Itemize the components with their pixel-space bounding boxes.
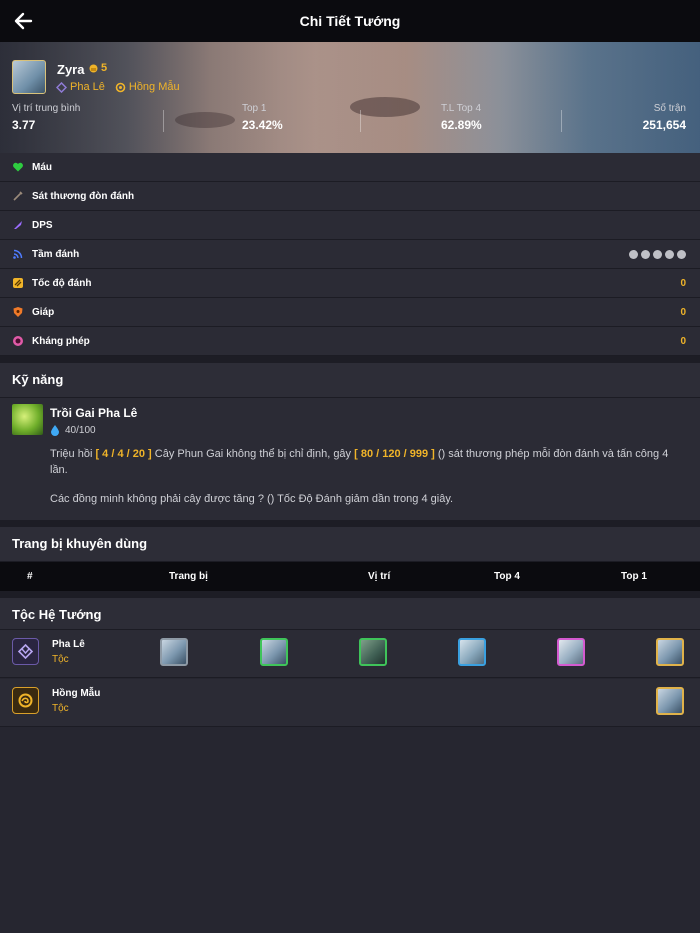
attribute-health: Máu [0, 153, 700, 182]
col-position[interactable]: Vị trí [368, 571, 390, 582]
synergy-type: Tộc [52, 654, 69, 665]
range-icon [13, 249, 23, 259]
magic-resist-icon [13, 336, 23, 346]
synergies-header: Tộc Hệ Tướng [0, 598, 700, 630]
synergy-type: Tộc [52, 703, 69, 714]
cost-value: 5 [101, 62, 108, 74]
attack-speed-icon [13, 278, 23, 288]
stat-avg-position: Vị trí trung bình 3.77 [12, 103, 81, 132]
rose-trait-icon [12, 687, 39, 714]
stat-top4: T.L Top 4 62.89% [441, 103, 482, 132]
skill-description: Triệu hồi [ 4 / 4 / 20 ] Cây Phun Gai kh… [50, 448, 669, 476]
attribute-attack-damage: Sát thương đòn đánh [0, 182, 700, 211]
skill-mana: 40/100 [50, 424, 96, 436]
page-title: Chi Tiết Tướng [299, 13, 401, 29]
trait-label[interactable]: Pha Lê [70, 81, 105, 93]
skill-card: Trồi Gai Pha Lê 40/100 Triệu hồi [ 4 / 4… [0, 398, 700, 520]
dps-icon [14, 221, 22, 229]
mana-drop-icon [51, 425, 59, 436]
unit-avatar[interactable] [359, 638, 387, 666]
unit-avatar[interactable] [458, 638, 486, 666]
champion-name: Zyra [57, 62, 85, 77]
unit-avatar[interactable] [656, 687, 684, 715]
arrow-left-icon[interactable] [12, 10, 34, 32]
col-top4[interactable]: Top 4 [494, 571, 520, 582]
skill-description-secondary: Các đồng minh không phải cây được tăng ?… [50, 493, 454, 505]
items-table-header: # Trang bị Vị trí Top 4 Top 1 [0, 562, 700, 591]
col-item: Trang bị [169, 571, 208, 582]
crystal-trait-icon [12, 638, 39, 665]
sword-icon [13, 191, 23, 201]
coin-icon [89, 64, 98, 72]
synergy-name: Hồng Mẫu [52, 688, 101, 699]
skills-header: Kỹ năng [0, 363, 700, 398]
attribute-range: Tầm đánh [0, 240, 700, 269]
stat-games: Số trận 251,654 [642, 103, 686, 132]
trait-label[interactable]: Hồng Mẫu [129, 81, 180, 93]
range-dots [629, 249, 686, 259]
unit-avatar[interactable] [160, 638, 188, 666]
champion-avatar [12, 60, 46, 94]
synergy-row[interactable]: Hồng Mẫu Tộc [0, 679, 700, 727]
items-header: Trang bị khuyên dùng [0, 527, 700, 562]
synergy-name: Pha Lê [52, 639, 85, 650]
skill-name: Trồi Gai Pha Lê [50, 406, 138, 420]
attribute-attack-speed: Tốc độ đánh 0 [0, 269, 700, 298]
skill-icon [12, 404, 43, 435]
champion-cost: 5 [88, 62, 107, 74]
synergy-row[interactable]: Pha Lê Tộc [0, 630, 700, 678]
champion-traits: Pha Lê Hồng Mẫu [56, 81, 180, 93]
heart-icon [13, 162, 23, 172]
rose-trait-icon [115, 82, 126, 92]
attribute-dps: DPS [0, 211, 700, 240]
col-index: # [27, 571, 33, 582]
col-top1[interactable]: Top 1 [621, 571, 647, 582]
attribute-armor: Giáp 0 [0, 298, 700, 327]
top-bar: Chi Tiết Tướng [0, 0, 700, 42]
armor-icon [13, 307, 23, 317]
crystal-trait-icon [56, 81, 67, 93]
unit-avatar[interactable] [656, 638, 684, 666]
stat-top1: Top 1 23.42% [242, 103, 283, 132]
attribute-magic-resist: Kháng phép 0 [0, 327, 700, 356]
champion-banner [0, 42, 700, 153]
unit-avatar[interactable] [260, 638, 288, 666]
unit-avatar[interactable] [557, 638, 585, 666]
